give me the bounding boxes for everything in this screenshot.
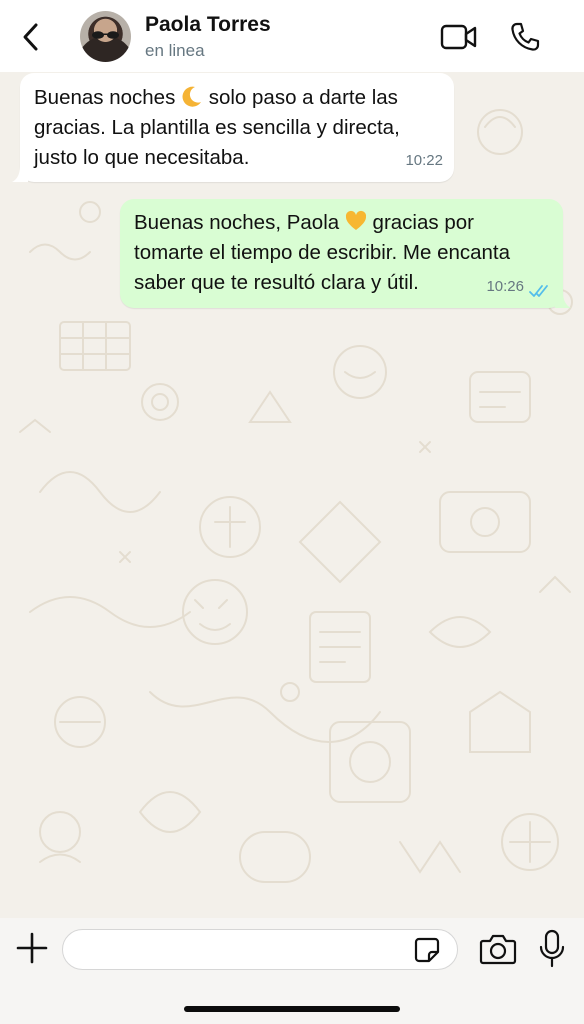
sticker-icon [414, 937, 440, 963]
message-text: Buenas noches solo paso a darte las grac… [34, 86, 400, 169]
yellow-heart-icon [345, 210, 366, 230]
camera-icon [479, 934, 517, 965]
chat-screen: Paola Torres en linea Buenas noches solo… [0, 0, 584, 1024]
attach-button[interactable] [14, 930, 50, 966]
composer-bar [0, 918, 584, 1024]
contact-name[interactable]: Paola Torres [145, 13, 271, 37]
video-camera-icon [440, 24, 477, 50]
phone-icon [511, 22, 540, 51]
chat-header: Paola Torres en linea [0, 0, 584, 72]
message-input[interactable] [62, 929, 458, 970]
voice-call-button[interactable] [508, 20, 542, 54]
contact-status: en linea [145, 41, 205, 60]
message-list[interactable]: Buenas noches solo paso a darte las grac… [0, 72, 584, 918]
read-receipt-icon [529, 285, 548, 297]
plus-icon [16, 932, 48, 964]
message-bubble-incoming[interactable]: Buenas noches solo paso a darte las grac… [12, 73, 454, 182]
crescent-moon-icon [182, 86, 202, 107]
message-time: 10:26 [486, 278, 524, 295]
microphone-icon [539, 929, 565, 968]
bubble-tail [12, 166, 28, 182]
home-indicator [184, 1006, 400, 1012]
sunglasses-icon [92, 31, 119, 39]
camera-button[interactable] [479, 932, 517, 966]
avatar[interactable] [80, 11, 131, 62]
microphone-button[interactable] [538, 929, 566, 969]
message-bubble-outgoing[interactable]: Buenas noches, Paola gracias por tomarte… [120, 199, 571, 308]
chevron-left-icon [23, 23, 38, 51]
sticker-button[interactable] [413, 936, 441, 964]
video-call-button[interactable] [440, 22, 478, 52]
back-button[interactable] [14, 20, 48, 54]
message-time: 10:22 [405, 152, 443, 169]
bubble-tail [555, 292, 571, 308]
